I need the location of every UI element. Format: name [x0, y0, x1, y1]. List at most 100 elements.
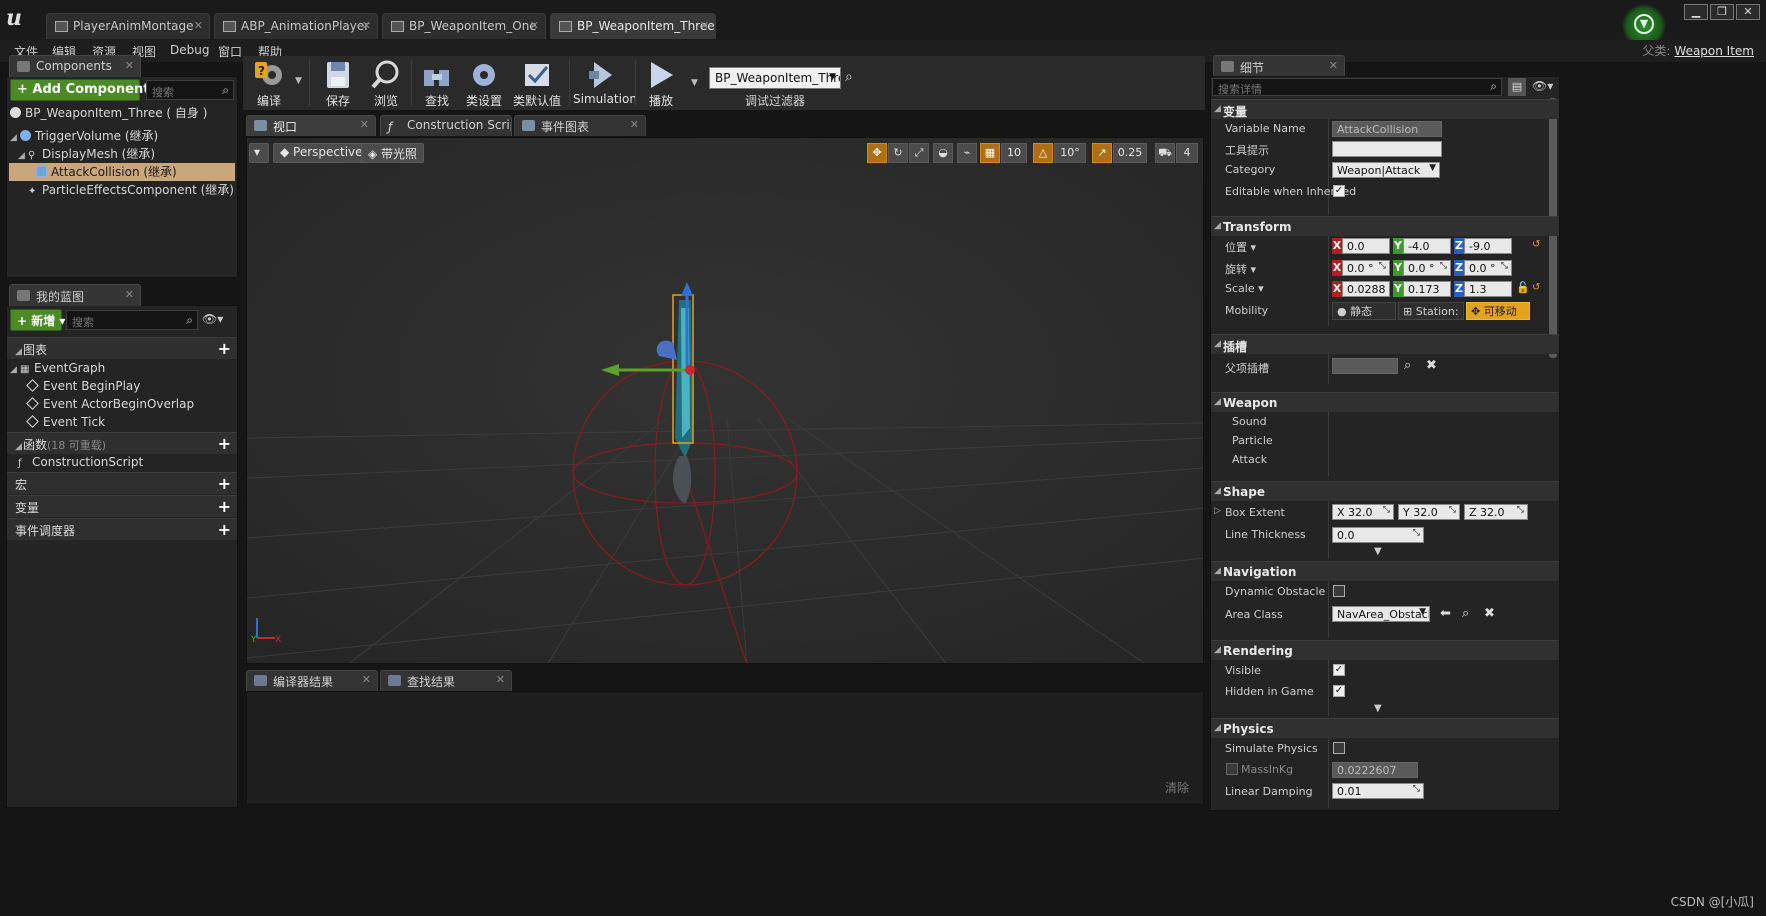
add-dispatcher-icon[interactable]: + — [218, 520, 231, 539]
lock-icon[interactable]: 🔓 — [1516, 281, 1530, 294]
close-icon[interactable]: ✕ — [630, 118, 639, 131]
scale-x-field[interactable]: 0.0288 — [1342, 281, 1390, 297]
debug-object-select[interactable]: BP_WeaponItem_Three ▼ — [709, 67, 841, 89]
property-matrix-icon[interactable]: ▤ — [1508, 78, 1526, 96]
class-settings-button[interactable]: 类设置 — [461, 58, 507, 108]
category-socket[interactable]: ◢ 插槽 — [1211, 334, 1559, 354]
viewport-options-chevron-down-icon[interactable]: ▾ — [249, 143, 269, 163]
world-local-icon[interactable]: ◒ — [933, 143, 953, 163]
scale-snap-icon[interactable]: ↗ — [1092, 143, 1112, 163]
simulate-physics-checkbox[interactable] — [1333, 742, 1345, 754]
tab-construction-script[interactable]: ƒ Construction Scrip — [380, 115, 512, 136]
location-x-field[interactable]: 0.0 — [1342, 238, 1390, 254]
add-graph-icon[interactable]: + — [218, 339, 231, 358]
box-extent-y-field[interactable]: Y 32.0 ⤡ — [1398, 504, 1460, 520]
details-view-options-icon[interactable]: 👁▾ — [1532, 79, 1553, 93]
add-component-button[interactable]: + Add Component — [10, 79, 149, 101]
camera-speed-value[interactable]: 4 — [1176, 143, 1198, 163]
event-graph-item[interactable]: ◢ ▦ EventGraph — [10, 359, 236, 377]
close-window-button[interactable]: ✕ — [1736, 4, 1760, 20]
view-options-icon[interactable]: 👁▾ — [202, 312, 223, 326]
box-extent-label[interactable]: ▷ Box Extent — [1214, 506, 1285, 519]
weapon-attack-label[interactable]: Attack — [1232, 453, 1267, 466]
scale-z-field[interactable]: 1.3 — [1464, 281, 1512, 297]
translate-mode-icon[interactable]: ✥ — [867, 143, 887, 163]
rotation-snap-value[interactable]: 10° — [1054, 143, 1086, 163]
close-icon[interactable]: ✕ — [125, 288, 134, 301]
my-blueprint-tab[interactable]: 我的蓝图 ✕ — [9, 284, 141, 306]
mass-field[interactable]: 0.0222607 — [1332, 762, 1418, 778]
tree-item-particleeffects[interactable]: ✦ ParticleEffectsComponent (继承) — [28, 181, 236, 199]
tree-item-displaymesh[interactable]: ◢ ⚲ DisplayMesh (继承) — [18, 145, 236, 163]
menu-window[interactable]: 窗口 — [218, 43, 242, 60]
mass-override-checkbox[interactable] — [1226, 763, 1238, 775]
compile-options-chevron-down-icon[interactable]: ▼ — [295, 76, 302, 86]
scale-snap-value[interactable]: 0.25 — [1113, 143, 1147, 163]
category-select[interactable]: Weapon|Attack ▼ — [1332, 162, 1440, 178]
event-tick-item[interactable]: Event Tick — [26, 413, 236, 431]
category-physics[interactable]: ◢ Physics — [1211, 718, 1559, 738]
reset-arrow-icon[interactable]: ↺ — [1532, 282, 1540, 293]
advanced-expand-chevron-down-icon[interactable]: ▼ — [1374, 703, 1382, 714]
find-button[interactable]: 查找 — [415, 58, 459, 108]
camera-speed-icon[interactable]: ⛟ — [1155, 143, 1175, 163]
functions-section-header[interactable]: ◢函数(18 可重载) + — [7, 432, 237, 454]
scale-y-field[interactable]: 0.173 — [1403, 281, 1451, 297]
parent-socket-field[interactable] — [1332, 358, 1398, 374]
simulation-button[interactable]: Simulation — [573, 58, 637, 108]
category-navigation[interactable]: ◢ Navigation — [1211, 561, 1559, 581]
mobility-static-button[interactable]: ● 静态 — [1332, 302, 1396, 320]
viewport[interactable]: Y X ▾ ◆ Perspective ◈ 带光照 ✥ ↻ ⤢ ◒ ⌁ ▦ 10… — [246, 137, 1204, 664]
doc-tab-abp-animation-player[interactable]: ABP_AnimationPlayer ✕ — [214, 13, 378, 39]
browse-socket-search-icon[interactable]: ⌕ — [1404, 358, 1411, 373]
class-defaults-button[interactable]: 类默认值 — [509, 58, 565, 108]
surface-snap-icon[interactable]: ⌁ — [957, 143, 977, 163]
tree-item-root[interactable]: BP_WeaponItem_Three ( 自身 ) — [10, 104, 236, 122]
visible-checkbox[interactable]: ✓ — [1333, 664, 1345, 676]
line-thickness-field[interactable]: 0.0 ⤡ — [1332, 527, 1424, 543]
components-tab[interactable]: Components ✕ — [9, 55, 141, 77]
graphs-section-header[interactable]: ◢图表 + — [7, 337, 237, 359]
category-weapon[interactable]: ◢ Weapon — [1211, 392, 1559, 412]
location-y-field[interactable]: -4.0 — [1403, 238, 1451, 254]
rotation-z-field[interactable]: 0.0 ° ⤡ — [1464, 260, 1512, 276]
mobility-movable-button[interactable]: ✥ 可移动 — [1466, 302, 1530, 320]
doc-tab-bp-weaponitem-three[interactable]: BP_WeaponItem_Three* ✕ — [550, 13, 716, 39]
hidden-in-game-checkbox[interactable]: ✓ — [1333, 685, 1345, 697]
category-variable[interactable]: ◢ 变量 — [1211, 99, 1559, 119]
blueprint-search-input[interactable]: 搜索 ⌕ — [66, 310, 198, 330]
dispatchers-section-header[interactable]: 事件调度器 + — [7, 518, 237, 540]
location-z-field[interactable]: -9.0 — [1464, 238, 1512, 254]
browse-button[interactable]: 浏览 — [363, 58, 409, 108]
debug-search-icon[interactable]: ⌕ — [845, 69, 853, 85]
new-button[interactable]: + 新增 ▾ — [10, 309, 65, 331]
parent-class-link[interactable]: Weapon Item — [1674, 44, 1754, 58]
tab-event-graph[interactable]: 事件图表 ✕ — [514, 115, 646, 136]
location-label[interactable]: 位置 ▾ — [1225, 239, 1256, 255]
scale-label[interactable]: Scale ▾ — [1225, 282, 1264, 295]
variables-section-header[interactable]: 变量 + — [7, 495, 237, 517]
minimize-button[interactable]: ▁ — [1684, 4, 1708, 20]
area-class-select[interactable]: NavArea_Obstacle ▼ — [1332, 606, 1430, 622]
box-extent-x-field[interactable]: X 32.0 ⤡ — [1332, 504, 1394, 520]
rotation-y-field[interactable]: 0.0 ° ⤡ — [1403, 260, 1451, 276]
event-actorbeginoverlap-item[interactable]: Event ActorBeginOverlap — [26, 395, 236, 413]
advanced-expand-chevron-down-icon[interactable]: ▼ — [1374, 546, 1382, 557]
close-icon[interactable]: ✕ — [194, 19, 203, 32]
details-tab[interactable]: 细节 ✕ — [1213, 55, 1345, 77]
scale-mode-icon[interactable]: ⤢ — [909, 143, 929, 163]
close-icon[interactable]: ✕ — [530, 19, 539, 32]
close-icon[interactable]: ✕ — [360, 118, 369, 131]
play-button[interactable]: 播放 — [639, 58, 683, 108]
add-function-icon[interactable]: + — [218, 434, 231, 453]
rotation-x-field[interactable]: 0.0 ° ⤡ — [1342, 260, 1390, 276]
components-search-input[interactable]: 搜索 ⌕ — [146, 80, 234, 100]
category-rendering[interactable]: ◢ Rendering — [1211, 640, 1559, 660]
use-selected-arrow-icon[interactable]: ⬅ — [1440, 606, 1451, 621]
browse-search-icon[interactable]: ⌕ — [1462, 606, 1469, 621]
rotate-mode-icon[interactable]: ↻ — [888, 143, 908, 163]
menu-debug[interactable]: Debug — [170, 43, 209, 57]
close-icon[interactable]: ✕ — [1329, 59, 1338, 72]
compile-button[interactable]: ? 编译 — [247, 58, 291, 108]
category-transform[interactable]: ◢ Transform — [1211, 216, 1559, 236]
